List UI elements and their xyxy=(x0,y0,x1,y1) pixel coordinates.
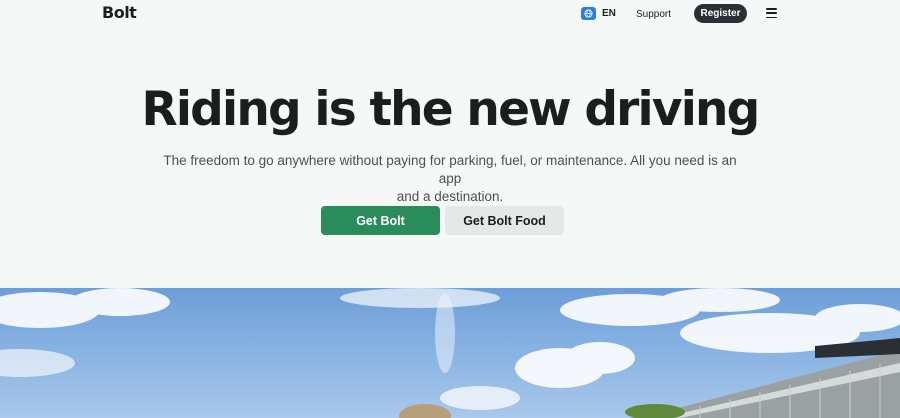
language-code: EN xyxy=(602,8,616,19)
support-link[interactable]: Support xyxy=(636,9,671,20)
hero-photo-scene xyxy=(0,288,900,418)
globe-icon xyxy=(581,7,596,20)
get-bolt-button[interactable]: Get Bolt xyxy=(321,206,440,235)
hero-title: Riding is the new driving xyxy=(141,82,760,137)
language-selector[interactable]: EN xyxy=(581,4,616,23)
hero-subtitle: The freedom to go anywhere without payin… xyxy=(160,152,740,206)
hero-subtitle-line-1: The freedom to go anywhere without payin… xyxy=(163,153,737,186)
hero-photo xyxy=(0,288,900,418)
hero-subtitle-line-2: and a destination. xyxy=(396,189,504,204)
get-bolt-food-button[interactable]: Get Bolt Food xyxy=(445,206,564,235)
header: Bolt EN Support Register xyxy=(0,0,900,28)
register-button[interactable]: Register xyxy=(694,4,747,23)
hamburger-menu-icon[interactable] xyxy=(766,8,777,18)
bolt-logo[interactable]: Bolt xyxy=(102,3,137,22)
